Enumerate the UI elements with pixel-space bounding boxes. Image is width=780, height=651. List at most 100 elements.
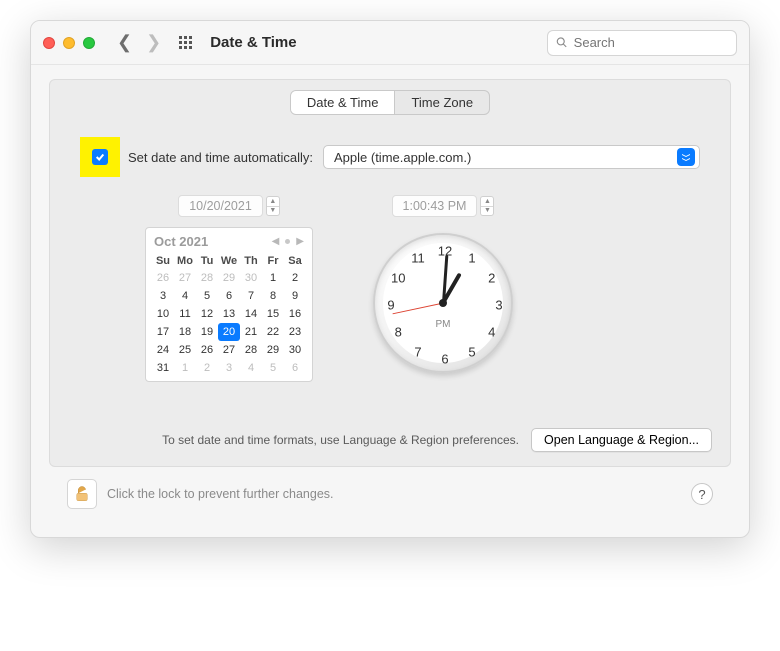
page-title: Date & Time	[210, 34, 296, 51]
tab-date-time[interactable]: Date & Time	[291, 91, 395, 114]
cal-day[interactable]: 21	[240, 323, 262, 341]
clock-number: 6	[441, 352, 448, 367]
clock-number: 5	[468, 344, 475, 359]
cal-day[interactable]: 16	[284, 305, 306, 323]
cal-day[interactable]: 10	[152, 305, 174, 323]
cal-day: 3	[218, 359, 240, 377]
cal-day[interactable]: 30	[284, 341, 306, 359]
cal-day[interactable]: 5	[196, 287, 218, 305]
cal-day[interactable]: 23	[284, 323, 306, 341]
cal-day[interactable]: 31	[152, 359, 174, 377]
clock-number: 11	[411, 251, 425, 266]
cal-day[interactable]: 14	[240, 305, 262, 323]
calendar-title: Oct 2021	[154, 234, 208, 249]
cal-day[interactable]: 18	[174, 323, 196, 341]
forward-button: ❯	[146, 32, 161, 53]
clock-number: 10	[391, 271, 405, 286]
cal-next-icon[interactable]: ▶	[296, 236, 304, 247]
cal-day[interactable]: 25	[174, 341, 196, 359]
cal-day: 5	[262, 359, 284, 377]
time-stepper[interactable]: ▲▼	[480, 196, 494, 216]
cal-day[interactable]: 9	[284, 287, 306, 305]
cal-day[interactable]: 27	[218, 341, 240, 359]
cal-day[interactable]: 22	[262, 323, 284, 341]
auto-label: Set date and time automatically:	[128, 150, 313, 165]
cal-today-icon[interactable]	[285, 239, 290, 244]
time-value: 1:00:43 PM	[392, 195, 478, 217]
lock-open-icon	[73, 485, 91, 503]
calendar-grid: SuMoTuWeThFrSa26272829301234567891011121…	[152, 253, 306, 377]
cal-prev-icon[interactable]: ◀	[272, 236, 280, 247]
cal-day[interactable]: 2	[284, 269, 306, 287]
time-field[interactable]: 1:00:43 PM ▲▼	[392, 195, 495, 217]
clock-number: 3	[495, 298, 502, 313]
cal-day: 27	[174, 269, 196, 287]
zoom-icon[interactable]	[83, 37, 95, 49]
search-field[interactable]	[547, 30, 737, 56]
close-icon[interactable]	[43, 37, 55, 49]
time-column: 1:00:43 PM ▲▼ 121234567891011 PM	[373, 195, 513, 382]
cal-weekday: Tu	[196, 253, 218, 269]
help-button[interactable]: ?	[691, 483, 713, 505]
cal-day[interactable]: 1	[262, 269, 284, 287]
format-hint: To set date and time formats, use Langua…	[162, 433, 519, 447]
show-all-icon[interactable]	[179, 36, 192, 49]
cal-day[interactable]: 13	[218, 305, 240, 323]
lock-text: Click the lock to prevent further change…	[107, 487, 334, 501]
open-language-region-button[interactable]: Open Language & Region...	[531, 428, 712, 452]
cal-day[interactable]: 24	[152, 341, 174, 359]
cal-day: 1	[174, 359, 196, 377]
calendar[interactable]: Oct 2021 ◀ ▶ SuMoTuWeThFrSa2627282930123…	[145, 227, 313, 382]
cal-day[interactable]: 15	[262, 305, 284, 323]
minimize-icon[interactable]	[63, 37, 75, 49]
cal-day[interactable]: 11	[174, 305, 196, 323]
cal-day[interactable]: 29	[262, 341, 284, 359]
cal-day[interactable]: 6	[218, 287, 240, 305]
lock-button[interactable]	[67, 479, 97, 509]
titlebar: ❮ ❯ Date & Time	[31, 21, 749, 65]
cal-day: 4	[240, 359, 262, 377]
clock-number: 4	[488, 325, 495, 340]
cal-day[interactable]: 3	[152, 287, 174, 305]
panel: Date & Time Time Zone Set date and time …	[49, 79, 731, 467]
clock-number: 1	[468, 251, 475, 266]
prefs-window: ❮ ❯ Date & Time Date & Time Time Zone	[30, 20, 750, 538]
time-server-value: Apple (time.apple.com.)	[334, 150, 471, 165]
search-icon	[556, 36, 568, 49]
cal-weekday: Sa	[284, 253, 306, 269]
cal-day: 28	[196, 269, 218, 287]
footer-row: To set date and time formats, use Langua…	[68, 428, 712, 452]
cal-day[interactable]: 17	[152, 323, 174, 341]
highlight-annotation	[80, 137, 120, 177]
cal-weekday: Fr	[262, 253, 284, 269]
content: Date & Time Time Zone Set date and time …	[31, 65, 749, 537]
date-field[interactable]: 10/20/2021 ▲▼	[178, 195, 280, 217]
cal-weekday: We	[218, 253, 240, 269]
cal-day[interactable]: 4	[174, 287, 196, 305]
cal-day[interactable]: 7	[240, 287, 262, 305]
window-controls	[43, 37, 95, 49]
clock-number: 2	[488, 271, 495, 286]
search-input[interactable]	[574, 35, 728, 50]
auto-checkbox[interactable]	[92, 149, 108, 165]
cal-day[interactable]: 8	[262, 287, 284, 305]
cal-weekday: Mo	[174, 253, 196, 269]
calendar-nav[interactable]: ◀ ▶	[272, 236, 304, 247]
tab-time-zone[interactable]: Time Zone	[394, 91, 489, 114]
cal-weekday: Th	[240, 253, 262, 269]
cal-day[interactable]: 20	[218, 323, 240, 341]
cal-day: 6	[284, 359, 306, 377]
cal-day[interactable]: 19	[196, 323, 218, 341]
cal-day: 30	[240, 269, 262, 287]
clock-ampm: PM	[436, 319, 451, 330]
chevron-down-icon	[677, 148, 695, 166]
cal-day[interactable]: 12	[196, 305, 218, 323]
date-column: 10/20/2021 ▲▼ Oct 2021 ◀ ▶ SuMoTuW	[145, 195, 313, 382]
back-button[interactable]: ❮	[117, 32, 132, 53]
lock-row: Click the lock to prevent further change…	[49, 467, 731, 525]
date-stepper[interactable]: ▲▼	[266, 196, 280, 216]
time-server-select[interactable]: Apple (time.apple.com.)	[323, 145, 700, 169]
cal-day[interactable]: 28	[240, 341, 262, 359]
columns: 10/20/2021 ▲▼ Oct 2021 ◀ ▶ SuMoTuW	[145, 195, 700, 382]
cal-day[interactable]: 26	[196, 341, 218, 359]
